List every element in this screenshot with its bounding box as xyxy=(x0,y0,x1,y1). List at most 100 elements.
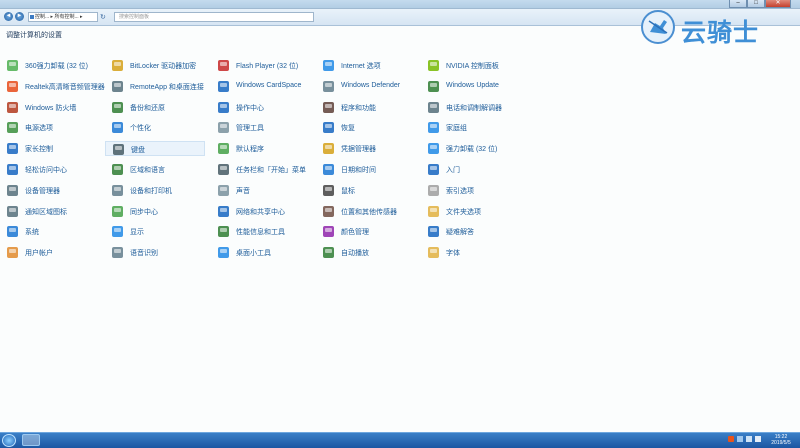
taskbar: 15:22 2019/5/5 xyxy=(0,432,800,448)
control-panel-item[interactable]: RemoteApp 和桌面连接 xyxy=(105,79,205,94)
control-panel-item[interactable]: 凭据管理器 xyxy=(316,141,416,156)
control-panel-item[interactable]: 鼠标 xyxy=(316,183,416,198)
page-title: 调整计算机的设置 xyxy=(6,32,62,39)
control-panel-item-label: 语音识别 xyxy=(130,250,158,257)
control-panel-item[interactable]: 恢复 xyxy=(316,120,416,135)
control-panel-item[interactable]: 文件夹选项 xyxy=(421,204,521,219)
control-panel-item[interactable]: 自动播放 xyxy=(316,245,416,260)
breadcrumb[interactable]: 控制... ▸ 所有控制... ▸ xyxy=(28,12,98,22)
control-panel-item[interactable]: Internet 选项 xyxy=(316,58,416,73)
control-panel-item[interactable]: Windows CardSpace xyxy=(211,79,311,94)
control-panel-item[interactable]: 颜色管理 xyxy=(316,224,416,239)
control-panel-item-label: 任务栏和「开始」菜单 xyxy=(236,167,306,174)
personalization-icon xyxy=(111,121,124,134)
minimize-button[interactable]: – xyxy=(729,0,747,8)
taskbar-control-panel-button[interactable] xyxy=(22,434,40,446)
title-bar[interactable]: – □ ✕ xyxy=(0,0,800,9)
control-panel-item[interactable]: 索引选项 xyxy=(421,183,521,198)
close-button[interactable]: ✕ xyxy=(765,0,791,8)
autoplay-icon xyxy=(322,246,335,259)
control-panel-item[interactable]: 用户帐户 xyxy=(0,245,100,260)
location-sensors-icon xyxy=(322,205,335,218)
clock-date: 2019/5/5 xyxy=(771,440,791,446)
control-panel-item[interactable]: 入门 xyxy=(421,162,521,177)
control-panel-item[interactable]: 电话和调制解调器 xyxy=(421,100,521,115)
control-panel-item[interactable]: 显示 xyxy=(105,224,205,239)
control-panel-item-label: 通知区域图标 xyxy=(25,209,67,216)
control-panel-item[interactable]: 设备和打印机 xyxy=(105,183,205,198)
control-panel-icon xyxy=(30,15,34,19)
control-panel-item[interactable]: Windows 防火墙 xyxy=(0,100,100,115)
control-panel-item[interactable]: 语音识别 xyxy=(105,245,205,260)
system-icon xyxy=(6,225,19,238)
control-panel-item[interactable]: Windows Defender xyxy=(316,79,416,94)
control-panel-item[interactable]: Flash Player (32 位) xyxy=(211,58,311,73)
control-panel-item[interactable]: 个性化 xyxy=(105,120,205,135)
control-panel-item[interactable]: 轻松访问中心 xyxy=(0,162,100,177)
control-panel-item[interactable]: 位置和其他传感器 xyxy=(316,204,416,219)
uninstall-icon xyxy=(6,59,19,72)
control-panel-item[interactable]: 性能信息和工具 xyxy=(211,224,311,239)
control-panel-item-label: Internet 选项 xyxy=(341,63,381,70)
flash-player-icon xyxy=(217,59,230,72)
refresh-button[interactable]: ↻ xyxy=(100,13,106,21)
network-icon[interactable] xyxy=(746,436,752,442)
homegroup-icon xyxy=(427,121,440,134)
control-panel-item[interactable]: NVIDIA 控制面板 xyxy=(421,58,521,73)
control-panel-item[interactable]: 网络和共享中心 xyxy=(211,204,311,219)
defender-icon xyxy=(322,80,335,93)
control-panel-item[interactable]: Windows Update xyxy=(421,79,521,94)
control-panel-item-label: 显示 xyxy=(130,229,144,236)
forward-button[interactable]: ► xyxy=(15,12,24,21)
control-panel-item[interactable]: 通知区域图标 xyxy=(0,204,100,219)
control-panel-item[interactable]: 程序和功能 xyxy=(316,100,416,115)
control-panel-item[interactable]: 家长控制 xyxy=(0,141,100,156)
control-panel-item-label: 设备管理器 xyxy=(25,188,60,195)
back-button[interactable]: ◄ xyxy=(4,12,13,21)
control-panel-item[interactable]: 字体 xyxy=(421,245,521,260)
start-button[interactable] xyxy=(2,434,16,447)
control-panel-item[interactable]: 声音 xyxy=(211,183,311,198)
control-panel-item-label: 桌面小工具 xyxy=(236,250,271,257)
control-panel-item[interactable]: 系统 xyxy=(0,224,100,239)
programs-icon xyxy=(322,101,335,114)
control-panel-item[interactable]: 强力卸载 (32 位) xyxy=(421,141,521,156)
control-panel-item[interactable]: 日期和时间 xyxy=(316,162,416,177)
flag-icon[interactable] xyxy=(737,436,743,442)
control-panel-item-label: Windows 防火墙 xyxy=(25,105,77,112)
device-manager-icon xyxy=(6,184,19,197)
control-panel-item-label: 凭据管理器 xyxy=(341,146,376,153)
control-panel-item[interactable]: 键盘 xyxy=(105,141,205,156)
control-panel-item[interactable]: 设备管理器 xyxy=(0,183,100,198)
control-panel-item[interactable]: 管理工具 xyxy=(211,120,311,135)
control-panel-item-label: 360强力卸载 (32 位) xyxy=(25,63,89,70)
control-panel-item[interactable]: 疑难解答 xyxy=(421,224,521,239)
input-method-icon[interactable] xyxy=(728,436,734,442)
control-panel-item-label: 电源选项 xyxy=(25,125,53,132)
control-panel-item-label: 家庭组 xyxy=(446,125,467,132)
search-input[interactable]: 搜索控制面板 xyxy=(114,12,314,22)
control-panel-item-label: 疑难解答 xyxy=(446,229,474,236)
control-panel-item-label: 网络和共享中心 xyxy=(236,209,285,216)
region-language-icon xyxy=(111,163,124,176)
control-panel-item[interactable]: 默认程序 xyxy=(211,141,311,156)
maximize-button[interactable]: □ xyxy=(747,0,765,8)
control-panel-item[interactable]: 同步中心 xyxy=(105,204,205,219)
control-panel-item[interactable]: BitLocker 驱动器加密 xyxy=(105,58,205,73)
control-panel-item[interactable]: 操作中心 xyxy=(211,100,311,115)
fonts-icon xyxy=(427,246,440,259)
control-panel-item[interactable]: 任务栏和「开始」菜单 xyxy=(211,162,311,177)
control-panel-item[interactable]: 备份和还原 xyxy=(105,100,205,115)
clock[interactable]: 15:22 2019/5/5 xyxy=(764,434,798,446)
control-panel-item-label: NVIDIA 控制面板 xyxy=(446,63,499,70)
control-panel-item[interactable]: 区域和语言 xyxy=(105,162,205,177)
control-panel-item-label: 日期和时间 xyxy=(341,167,376,174)
control-panel-item[interactable]: 360强力卸载 (32 位) xyxy=(0,58,100,73)
control-panel-item-label: 轻松访问中心 xyxy=(25,167,67,174)
volume-icon[interactable] xyxy=(755,436,761,442)
control-panel-item[interactable]: 电源选项 xyxy=(0,120,100,135)
control-panel-item[interactable]: 家庭组 xyxy=(421,120,521,135)
windows-update-icon xyxy=(427,80,440,93)
control-panel-item[interactable]: Realtek高清晰音频管理器 xyxy=(0,79,105,94)
control-panel-item[interactable]: 桌面小工具 xyxy=(211,245,311,260)
